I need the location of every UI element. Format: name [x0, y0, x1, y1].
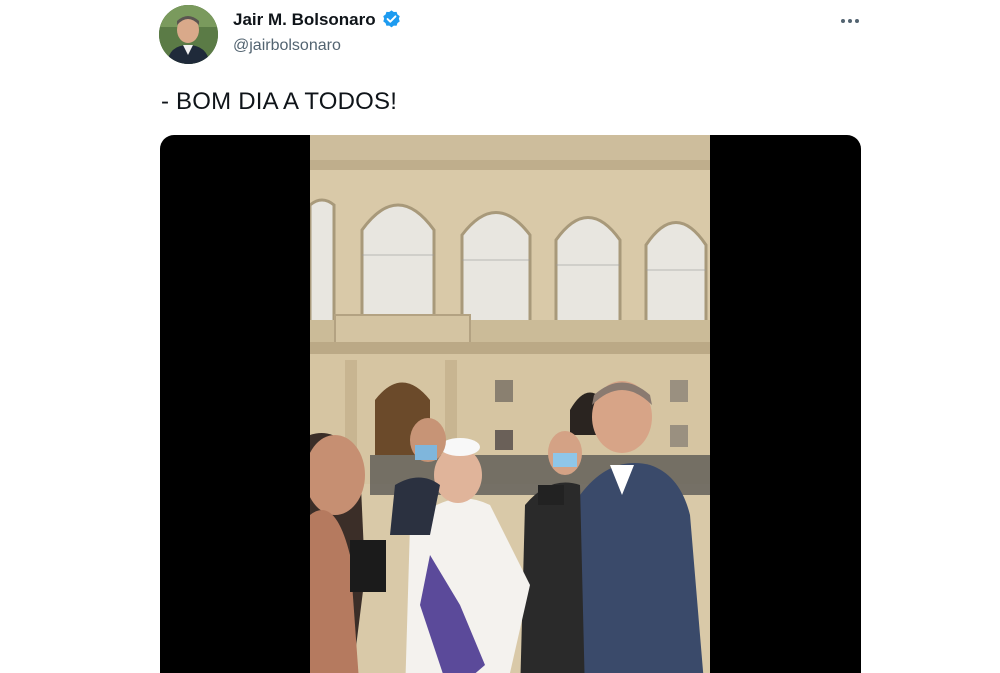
author-name-row: Jair M. Bolsonaro [233, 9, 402, 30]
verified-badge-icon [381, 9, 402, 30]
tweet-text: - BOM DIA A TODOS! [161, 88, 398, 115]
tweet-card: Jair M. Bolsonaro @jairbolsonaro - BOM D… [0, 0, 1000, 673]
more-options-button[interactable] [834, 8, 866, 34]
author-display-name[interactable]: Jair M. Bolsonaro [233, 10, 376, 30]
tweet-video[interactable] [160, 135, 861, 673]
video-thumbnail [310, 135, 710, 673]
author-avatar[interactable] [159, 5, 218, 64]
more-horizontal-icon [841, 19, 845, 23]
author-handle[interactable]: @jairbolsonaro [233, 37, 341, 55]
